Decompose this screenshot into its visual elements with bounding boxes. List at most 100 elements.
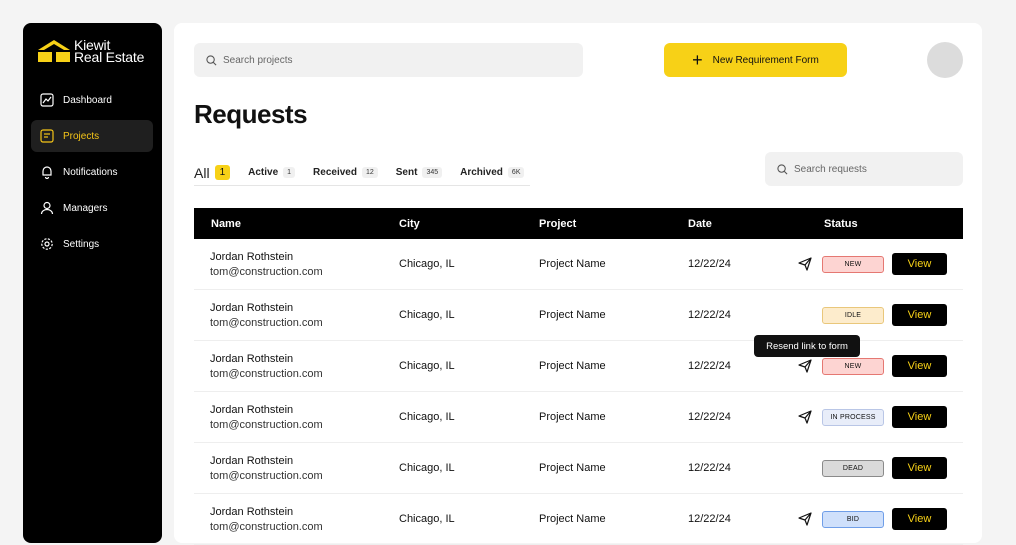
tab-received[interactable]: Received 12 [313, 167, 378, 178]
tab-active[interactable]: Active 1 [248, 167, 296, 178]
send-icon[interactable] [797, 358, 813, 374]
sidebar-item-label: Dashboard [63, 94, 112, 106]
cell-city: Chicago, IL [399, 360, 455, 372]
tab-label: Sent [395, 167, 418, 178]
tab-label: Received [313, 167, 357, 178]
bell-icon [39, 164, 55, 180]
tab-sent[interactable]: Sent 345 [395, 167, 443, 178]
search-icon [206, 54, 217, 65]
table-row: Jordan Rothstein tom@construction.com Chic… [194, 443, 963, 494]
cell-date: 12/22/24 [688, 360, 731, 372]
sidebar-item-managers[interactable]: Managers [31, 192, 153, 224]
cell-date: 12/22/24 [688, 411, 731, 423]
contact-email: tom@construction.com [210, 469, 323, 482]
brand-line2: Real Estate [74, 49, 145, 65]
new-requirement-form-button[interactable]: + New Requirement Form [664, 43, 847, 77]
tab-count: 345 [422, 167, 443, 178]
header-date[interactable]: Date [688, 218, 788, 230]
plus-icon: + [692, 50, 703, 70]
search-requests-input[interactable] [794, 163, 954, 175]
contact-name: Jordan Rothstein [210, 505, 294, 518]
cell-project: Project Name [539, 360, 606, 372]
contact-email: tom@construction.com [210, 520, 323, 533]
cell-status: BID View [788, 494, 963, 544]
resend-tooltip: Resend link to form [754, 335, 860, 357]
requests-table: Name City Project Date Status Jordan Rot… [194, 208, 963, 545]
gear-icon [39, 236, 55, 252]
view-button[interactable]: View [892, 253, 947, 275]
view-button[interactable]: View [892, 304, 947, 326]
cell-name: Jordan Rothstein tom@construction.com [194, 455, 399, 482]
table-body: Jordan Rothstein tom@construction.com Chic… [194, 239, 963, 545]
cell-city: Chicago, IL [399, 411, 455, 423]
tab-archived[interactable]: Archived 6K [460, 167, 525, 178]
sidebar-item-label: Managers [63, 202, 108, 214]
contact-name: Jordan Rothstein [210, 301, 294, 314]
tab-label: Active [248, 167, 279, 178]
contact-email: tom@construction.com [210, 265, 323, 278]
contact-email: tom@construction.com [210, 418, 323, 431]
tab-count: 12 [361, 167, 378, 178]
table-row: Jordan Rothstein tom@construction.com Chic… [194, 392, 963, 443]
sidebar-item-projects[interactable]: Projects [31, 120, 153, 152]
contact-email: tom@construction.com [210, 367, 323, 380]
header-project[interactable]: Project [539, 218, 688, 230]
cell-project: Project Name [539, 411, 606, 423]
sidebar-item-label: Projects [63, 130, 100, 142]
user-icon [39, 200, 55, 216]
view-button[interactable]: View [892, 406, 947, 428]
send-icon[interactable] [797, 256, 813, 272]
status-badge: BID [822, 511, 884, 528]
cell-name: Jordan Rothstein tom@construction.com [194, 302, 399, 329]
contact-name: Jordan Rothstein [210, 352, 294, 365]
sidebar-item-dashboard[interactable]: Dashboard [31, 84, 153, 116]
new-requirement-form-label: New Requirement Form [712, 54, 819, 66]
main-panel: + New Requirement Form Requests All 1 Ac… [174, 23, 982, 545]
cell-status: IN PROCESS View [788, 392, 963, 442]
send-icon[interactable] [797, 409, 813, 425]
brand-logo[interactable]: Kiewit Real Estate [38, 38, 144, 64]
cell-project: Project Name [539, 462, 606, 474]
header-status[interactable]: Status [788, 208, 963, 239]
cell-date: 12/22/24 [688, 309, 731, 321]
project-search [194, 43, 583, 77]
search-icon [777, 163, 788, 174]
cell-city: Chicago, IL [399, 258, 455, 270]
sidebar-item-label: Notifications [63, 166, 118, 178]
cell-date: 12/22/24 [688, 258, 731, 270]
sidebar-item-notifications[interactable]: Notifications [31, 156, 153, 188]
contact-name: Jordan Rothstein [210, 403, 294, 416]
search-input[interactable] [223, 54, 543, 66]
contact-email: tom@construction.com [210, 316, 323, 329]
view-button[interactable]: View [892, 355, 947, 377]
header-name[interactable]: Name [194, 218, 399, 230]
status-badge: NEW [822, 256, 884, 273]
cell-project: Project Name [539, 309, 606, 321]
table-header: Name City Project Date Status [194, 208, 963, 239]
cell-date: 12/22/24 [688, 513, 731, 525]
logo-mark-icon [38, 40, 70, 62]
sidebar-item-label: Settings [63, 238, 100, 250]
tab-label: All [194, 164, 210, 181]
avatar[interactable] [927, 42, 963, 78]
cell-city: Chicago, IL [399, 513, 455, 525]
status-badge: IN PROCESS [822, 409, 884, 426]
view-button[interactable]: View [892, 457, 947, 479]
cell-name: Jordan Rothstein tom@construction.com [194, 506, 399, 533]
tab-count: 1 [283, 167, 296, 178]
send-icon[interactable] [797, 511, 813, 527]
cell-city: Chicago, IL [399, 309, 455, 321]
status-badge: DEAD [822, 460, 884, 477]
document-icon [39, 128, 55, 144]
header-city[interactable]: City [399, 218, 539, 230]
tab-count: 6K [507, 167, 525, 178]
cell-project: Project Name [539, 513, 606, 525]
view-button[interactable]: View [892, 508, 947, 530]
request-search [765, 152, 963, 186]
cell-date: 12/22/24 [688, 462, 731, 474]
sidebar-item-settings[interactable]: Settings [31, 228, 153, 260]
cell-name: Jordan Rothstein tom@construction.com [194, 353, 399, 380]
request-tabs: All 1 Active 1 Received 12 Sent 345 Arch… [194, 160, 530, 186]
cell-status: DEAD View [788, 443, 963, 493]
tab-all[interactable]: All 1 [194, 164, 231, 181]
